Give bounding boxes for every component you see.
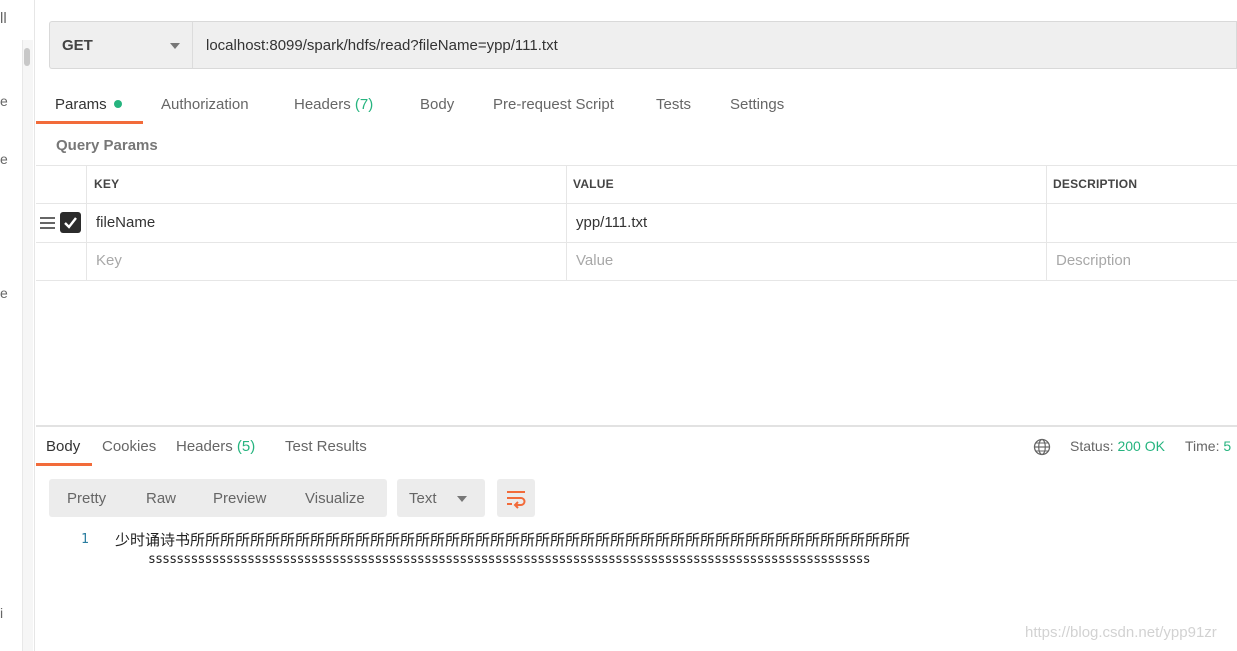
method-label: GET [62,37,93,54]
params-active-dot-icon [113,100,122,108]
table-border [566,165,567,281]
format-select[interactable]: Text [397,479,485,517]
table-border [36,165,1237,166]
tab-body[interactable]: Body [420,96,454,113]
response-tab-body[interactable]: Body [46,438,80,455]
new-description-input[interactable]: Description [1056,252,1131,269]
tab-pre-request-script[interactable]: Pre-request Script [493,96,614,113]
checkbox-checked-icon[interactable] [60,212,81,233]
tab-settings[interactable]: Settings [730,96,784,113]
pane-divider[interactable] [36,425,1237,427]
column-header-key: KEY [94,177,120,191]
drag-handle-icon[interactable] [40,217,55,229]
tab-authorization[interactable]: Authorization [161,96,249,113]
response-status: Status: 200 OK [1070,438,1165,454]
tab-headers[interactable]: Headers (7) [294,96,373,113]
table-border [86,165,87,281]
view-visualize-button[interactable]: Visualize [305,490,365,507]
table-border [36,280,1237,281]
response-tab-headers[interactable]: Headers (5) [176,438,255,455]
param-value-cell[interactable]: ypp/111.txt [576,214,647,231]
tab-params[interactable]: Params [55,96,122,113]
globe-icon[interactable] [1033,438,1051,456]
line-number: 1 [81,532,89,547]
chevron-down-icon [170,43,180,49]
tab-headers-label: Headers [294,96,351,113]
column-header-value: VALUE [573,177,614,191]
view-preview-button[interactable]: Preview [213,490,266,507]
wrap-lines-icon [507,491,526,509]
url-input[interactable]: localhost:8099/spark/hdfs/read?fileName=… [192,21,1237,69]
tab-tests[interactable]: Tests [656,96,691,113]
table-border [36,203,1237,204]
sidebar-fragment[interactable]: ll [0,10,7,27]
param-key-cell[interactable]: fileName [96,214,155,231]
response-tab-headers-label: Headers [176,438,233,455]
response-tab-test-results[interactable]: Test Results [285,438,367,455]
headers-count: (7) [354,96,374,113]
table-border [36,242,1237,243]
time-value: 5 [1223,438,1232,454]
response-active-tab-indicator [36,463,92,466]
new-value-input[interactable]: Value [576,252,613,269]
sidebar-fragment[interactable]: e [0,151,8,167]
response-body-wrapped-line: ssssssssssssssssssssssssssssssssssssssss… [148,552,871,567]
sidebar-fragment[interactable]: i [0,605,3,621]
table-border [1046,165,1047,281]
response-tab-cookies[interactable]: Cookies [102,438,156,455]
status-value: 200 OK [1117,438,1165,454]
view-mode-group: Pretty Raw Preview Visualize [49,479,387,517]
response-body-line: 少时诵诗书所所所所所所所所所所所所所所所所所所所所所所所所所所所所所所所所所所所… [115,531,911,549]
method-select[interactable]: GET [49,21,192,69]
sidebar-fragment[interactable]: e [0,285,8,301]
view-raw-button[interactable]: Raw [146,490,176,507]
column-header-description: DESCRIPTION [1053,177,1138,191]
format-select-label: Text [409,490,437,507]
view-pretty-button[interactable]: Pretty [67,490,106,507]
chevron-down-icon [457,496,467,502]
tab-params-label: Params [55,96,107,113]
status-label: Status: [1070,438,1114,454]
response-time: Time: 5 [1185,438,1231,454]
sidebar-fragment[interactable]: e [0,93,8,109]
query-params-title: Query Params [56,137,158,154]
wrap-lines-button[interactable] [497,479,535,517]
url-text: localhost:8099/spark/hdfs/read?fileName=… [206,37,558,54]
response-headers-count: (5) [236,438,256,455]
time-label: Time: [1185,438,1220,454]
watermark: https://blog.csdn.net/ypp91zr [1025,624,1217,641]
active-tab-indicator [36,121,143,124]
sidebar-scrollbar-thumb[interactable] [24,48,30,66]
new-key-input[interactable]: Key [96,252,122,269]
sidebar-scrollbar[interactable] [22,40,33,651]
